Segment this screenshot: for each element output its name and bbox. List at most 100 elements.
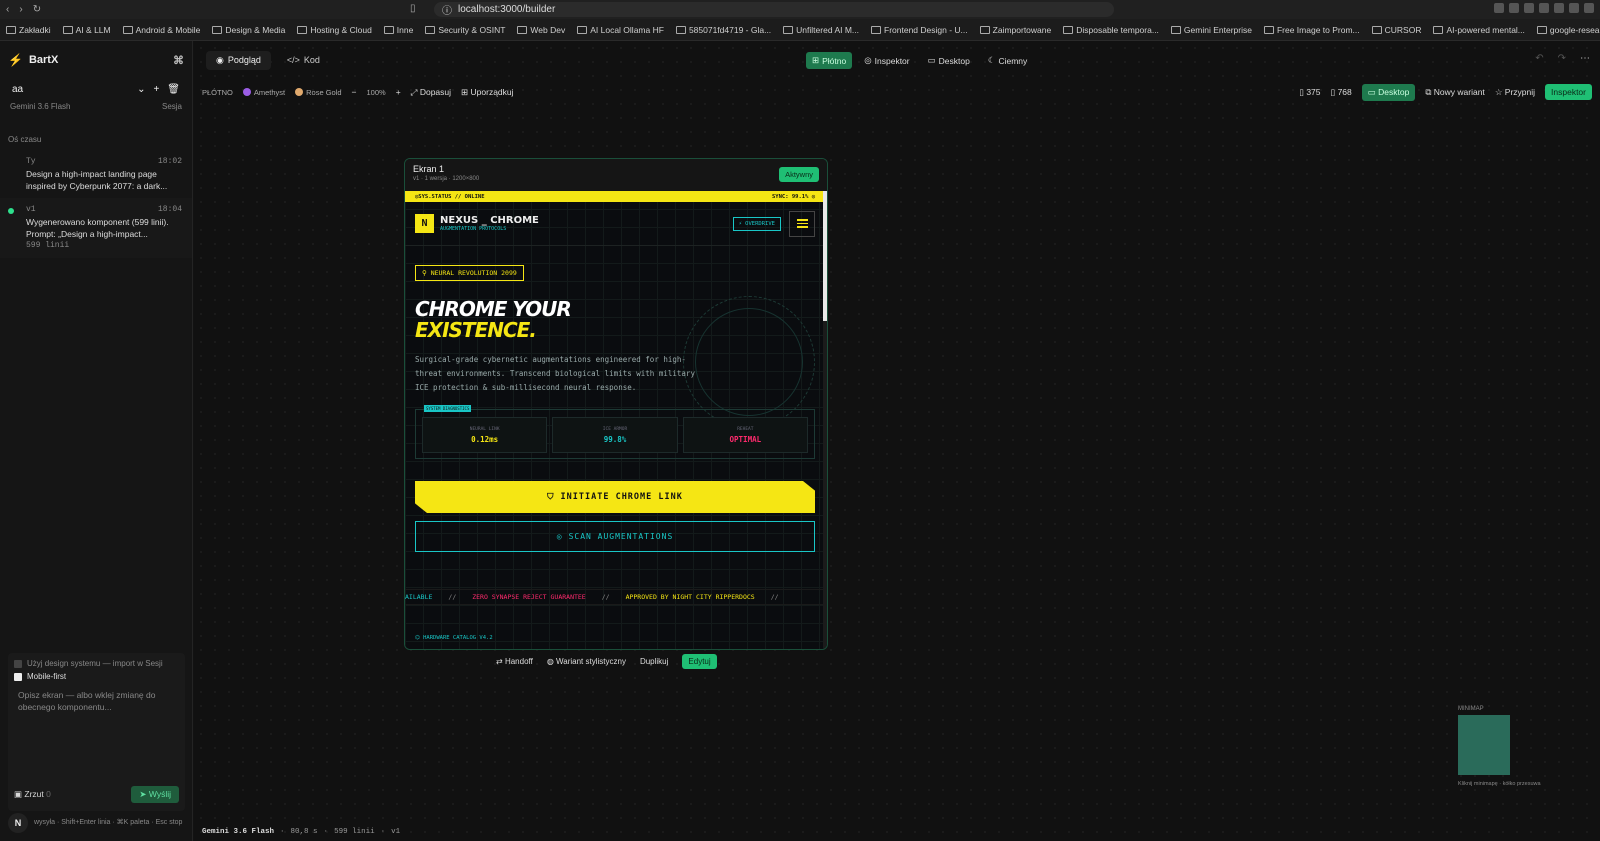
scrollbar-thumb[interactable] [823,191,827,321]
checkbox-box[interactable] [14,659,22,668]
bookmark-item[interactable]: Inne [383,24,414,35]
preview-scrollbar[interactable] [823,191,827,649]
menu-line [796,222,808,225]
initiate-link-button[interactable]: ⛉ INITIATE CHROME LINK [415,481,815,513]
trash-icon[interactable]: 🗑 [167,84,180,95]
handoff-button[interactable]: ⇄ Handoff [496,657,533,666]
scan-button[interactable]: ◎ SCAN AUGMENTATIONS [415,521,815,552]
menu-line [796,226,808,228]
redo-icon[interactable]: ↷ [1558,53,1566,64]
stat-value: 99.8% [603,435,627,444]
logo-icon[interactable]: N [415,214,434,233]
edit-button[interactable]: Edytuj [682,654,717,669]
theme-rose-gold[interactable]: Rose Gold [295,88,342,97]
pin-button[interactable]: ☆ Przypnij [1495,87,1535,98]
bookmark-label: CURSOR [1384,24,1422,35]
extension-icon[interactable] [1494,3,1504,13]
avatar[interactable]: N [8,813,28,833]
canvas-toolbar: PŁÓTNO Amethyst Rose Gold − 100% + ⤢ Dop… [194,81,1600,103]
undo-icon[interactable]: ↶ [1535,53,1543,64]
status-badge[interactable]: Aktywny [779,167,819,182]
bookmark-item[interactable]: AI & LLM [62,25,111,35]
bookmark-item[interactable]: AI Local Ollama HF [577,25,664,35]
back-icon[interactable]: ‹ [6,4,9,15]
inspector-toggle[interactable]: Inspektor [1545,84,1592,100]
bookmark-item[interactable]: Zakładki [6,25,51,35]
timeline-item[interactable]: v1 18:04 Wygenerowano komponent (599 lini… [0,198,192,258]
bookmark-item[interactable]: Disposable tempora... [1063,25,1159,35]
chevron-down-icon[interactable]: ⌄ [137,84,145,95]
marquee-item: AILABLE [405,593,433,601]
menu-line [796,219,808,221]
command-icon[interactable]: ⌘ [173,54,184,67]
desktop-button[interactable]: ▭ Desktop [922,52,976,69]
overdrive-button[interactable]: ⚡ OVERDRIVE [732,216,781,231]
bookmark-label: AI Local Ollama HF [590,24,664,35]
revolution-label: NEURAL REVOLUTION 2099 [430,269,517,277]
bookmark-item[interactable]: Gemini Enterprise [1170,25,1252,35]
canvas-button[interactable]: ⊞ Płótno [806,52,853,69]
checkbox-box[interactable] [14,672,22,681]
bookmark-item[interactable]: Unfiltered AI M... [783,25,859,35]
session-selector[interactable]: aa ⌄ + 🗑 [0,79,192,99]
forward-icon[interactable]: › [19,4,22,15]
scan-icon: ◎ [556,532,563,541]
bookmark-item[interactable]: Security & OSINT [425,25,505,35]
extension-icon[interactable] [1554,3,1564,13]
bookmark-item[interactable]: Web Dev [517,25,565,35]
tab-preview[interactable]: ◉ Podgląd [206,50,271,70]
reload-icon[interactable]: ↻ [33,4,41,15]
separator: · [380,828,386,836]
prompt-input[interactable]: Opisz ekran — albo wklej zmianę do obecn… [14,689,179,713]
extension-icon[interactable] [1539,3,1549,13]
width-768-button[interactable]: ▯ 768 [1331,87,1352,98]
send-button[interactable]: ➤ Wyślij [131,786,179,803]
minimap[interactable]: MINIMAP Kliknij minimapę · kółko przesuw… [1458,706,1562,798]
bookmark-item[interactable]: Design & Media [212,25,285,35]
bookmark-item[interactable]: 585071fd4719 - Gla... [675,25,771,35]
shield-icon: ⛉ [547,492,555,502]
bookmark-item[interactable]: google-research-da... [1536,25,1600,35]
bookmark-label: Inne [396,24,414,35]
desktop-size-button[interactable]: ▭ Desktop [1361,83,1416,101]
design-system-checkbox[interactable]: Użyj design systemu — import w Sesji [14,659,179,668]
bookmark-item[interactable]: CURSOR [1371,24,1422,35]
fit-button[interactable]: ⤢ Dopasuj [411,87,451,98]
hamburger-menu-icon[interactable] [789,210,815,237]
arrange-button[interactable]: ⊞ Uporządkuj [461,87,513,98]
more-icon[interactable]: ⋯ [1580,53,1590,64]
timeline-time: 18:02 [157,157,182,166]
separator: · [280,828,285,836]
extension-icon[interactable] [1509,3,1519,13]
new-variant-button[interactable]: ⧉ Nowy wariant [1425,87,1484,98]
extension-icon[interactable] [1524,3,1534,13]
menu-icon[interactable] [1584,3,1594,13]
bookmark-item[interactable]: Frontend Design - U... [871,25,968,35]
screen-frame[interactable]: Ekran 1 v1 · 1 wersja · 1200×800 Aktywny… [404,158,828,650]
session-link[interactable]: Sesja [162,102,182,111]
width-375-button[interactable]: ▯ 375 [1299,87,1320,98]
bookmark-item[interactable]: Android & Mobile [122,25,200,35]
bookmark-item[interactable]: Hosting & Cloud [297,25,372,35]
theme-amethyst[interactable]: Amethyst [242,88,285,97]
status-bar: Gemini 3.6 Flash · 80,8 s · 599 linii · … [194,823,1600,841]
bookmark-item[interactable]: Zaimportowane [979,25,1051,35]
bookmark-item[interactable]: Free Image to Prom... [1263,25,1360,35]
extension-icon[interactable] [1569,3,1579,13]
bookmark-item[interactable]: AI-powered mental... [1433,25,1525,35]
dark-mode-button[interactable]: ☾ Ciemny [982,52,1033,69]
add-session-icon[interactable]: + [153,84,159,95]
bookmark-icon[interactable]: ▯ [410,3,416,14]
style-variant-button[interactable]: ◍ Wariant stylistyczny [547,657,626,666]
timeline-item[interactable]: Ty 18:02 Design a high-impact landing pag… [0,150,192,198]
snapshot-button[interactable]: ▣ Zrzut 0 [14,789,51,800]
address-bar[interactable]: ⓘ localhost:3000/builder [434,2,1114,17]
zoom-out-button[interactable]: − [352,87,357,97]
minimap-viewport[interactable] [1458,715,1510,775]
sidebar-header: ⚡ BartX ⌘ [0,41,192,79]
duplicate-button[interactable]: Duplikuj [640,657,668,666]
mobile-first-checkbox[interactable]: Mobile-first [14,672,179,681]
tab-code[interactable]: </> Kod [277,51,330,70]
inspector-button[interactable]: ◎ Inspektor [858,52,915,69]
zoom-in-button[interactable]: + [396,87,401,97]
